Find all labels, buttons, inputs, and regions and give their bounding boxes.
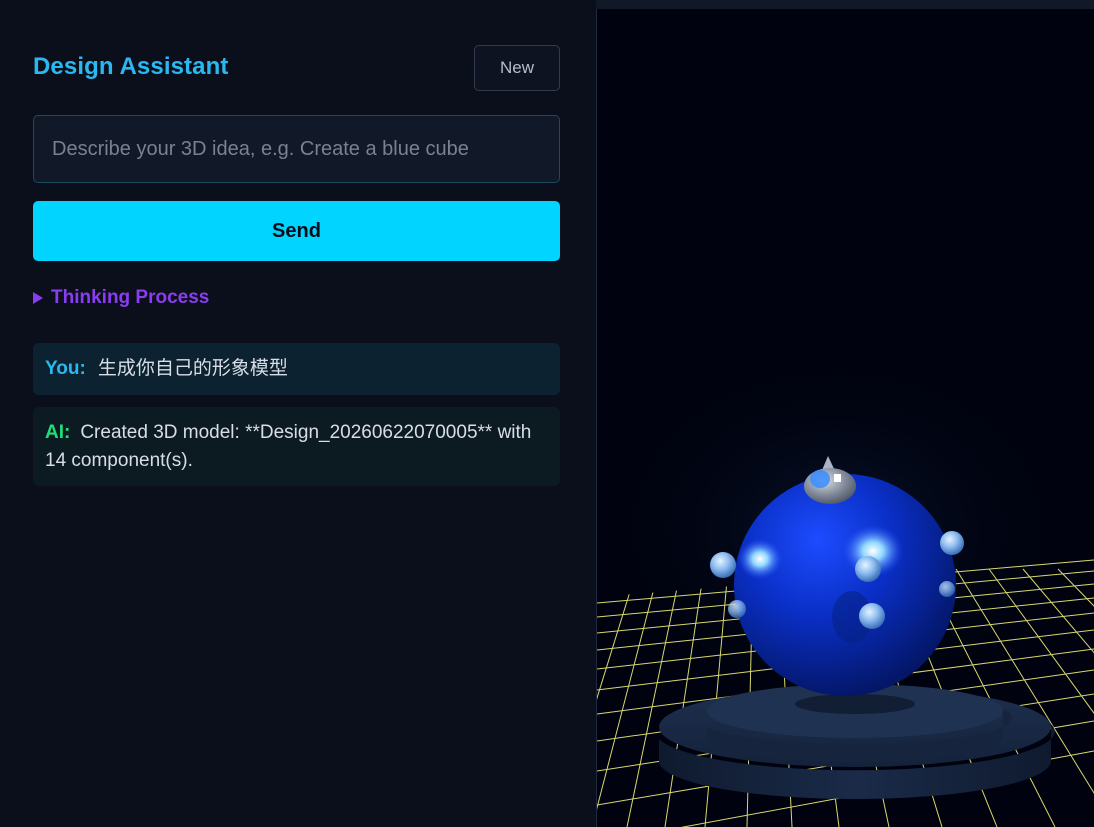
prompt-input[interactable] [33, 115, 560, 183]
body-sphere [734, 474, 956, 696]
app-title: Design Assistant [33, 53, 229, 80]
chat-sidebar: Design Assistant New Send Thinking Proce… [0, 0, 596, 827]
send-button[interactable]: Send [33, 201, 560, 261]
user-message: You: 生成你自己的形象模型 [33, 343, 560, 395]
ai-message: AI: Created 3D model: **Design_2026062207… [33, 407, 560, 486]
viewport-top-strip [596, 0, 1094, 9]
ai-label: AI: [45, 422, 71, 443]
3d-scene [597, 354, 1094, 827]
thinking-process-toggle[interactable]: Thinking Process [33, 287, 209, 309]
thinking-process-label: Thinking Process [51, 287, 210, 308]
new-button[interactable]: New [474, 45, 560, 91]
user-label: You: [45, 358, 86, 379]
sidebar-header: Design Assistant New [33, 45, 560, 91]
app-window: Design Assistant New Send Thinking Proce… [0, 0, 1094, 827]
3d-viewport[interactable] [597, 9, 1094, 827]
user-message-text: 生成你自己的形象模型 [97, 358, 288, 379]
expand-triangle-icon [33, 292, 43, 304]
pedestal-base [659, 684, 1055, 799]
ai-message-text: Created 3D model: **Design_2026062207000… [45, 422, 532, 471]
